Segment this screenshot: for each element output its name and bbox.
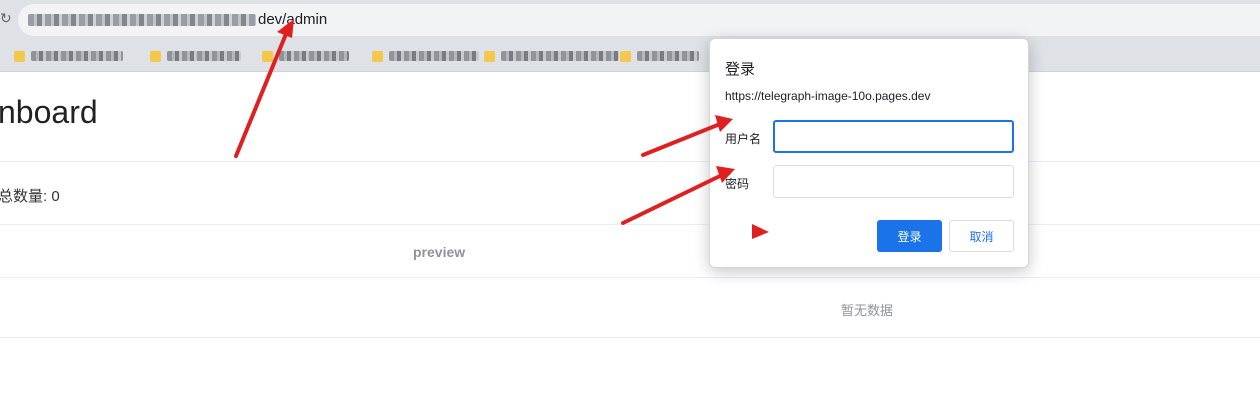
cancel-button[interactable]: 取消 bbox=[949, 220, 1014, 252]
folder-icon bbox=[262, 50, 273, 62]
username-label: 用户名 bbox=[725, 132, 762, 146]
password-input[interactable] bbox=[773, 165, 1014, 198]
bookmark-item[interactable] bbox=[150, 49, 241, 63]
dialog-title: 登录 bbox=[725, 61, 756, 78]
divider bbox=[0, 224, 1260, 225]
login-button[interactable]: 登录 bbox=[877, 220, 942, 252]
divider bbox=[0, 161, 1260, 162]
page-title: nboard bbox=[0, 94, 98, 130]
folder-icon bbox=[484, 50, 495, 62]
arrow-to-password bbox=[621, 173, 724, 225]
folder-icon bbox=[372, 50, 383, 62]
bookmarks-bar bbox=[0, 40, 1260, 72]
bookmark-item[interactable] bbox=[372, 49, 479, 63]
bookmark-item[interactable] bbox=[620, 49, 699, 63]
password-label: 密码 bbox=[725, 177, 750, 191]
login-dialog: 登录 https://telegraph-image-10o.pages.dev… bbox=[709, 38, 1029, 268]
bookmark-item[interactable] bbox=[14, 49, 123, 63]
bookmark-item[interactable] bbox=[262, 49, 349, 63]
folder-icon bbox=[620, 50, 631, 62]
url-path: dev/admin bbox=[258, 11, 328, 28]
reload-icon[interactable]: ↻ bbox=[0, 10, 12, 27]
total-count: 总数量: 0 bbox=[0, 188, 60, 205]
table-empty-text: 暂无数据 bbox=[841, 303, 894, 318]
address-bar[interactable]: dev/admin bbox=[18, 4, 1260, 36]
username-input[interactable] bbox=[773, 120, 1014, 153]
folder-icon bbox=[150, 50, 161, 62]
folder-icon bbox=[14, 50, 25, 62]
screen: ↻ dev/admin nboard 总数量: 0 preview 暂无数据 登… bbox=[0, 0, 1260, 415]
table-bottom-divider bbox=[0, 337, 1260, 338]
table-column-header: preview bbox=[413, 244, 466, 260]
dialog-origin: https://telegraph-image-10o.pages.dev bbox=[725, 89, 931, 103]
browser-toolbar: ↻ dev/admin bbox=[0, 0, 1260, 40]
table-header-divider bbox=[0, 277, 1260, 278]
redacted-url-domain bbox=[28, 14, 256, 26]
bookmark-item[interactable] bbox=[484, 49, 619, 63]
